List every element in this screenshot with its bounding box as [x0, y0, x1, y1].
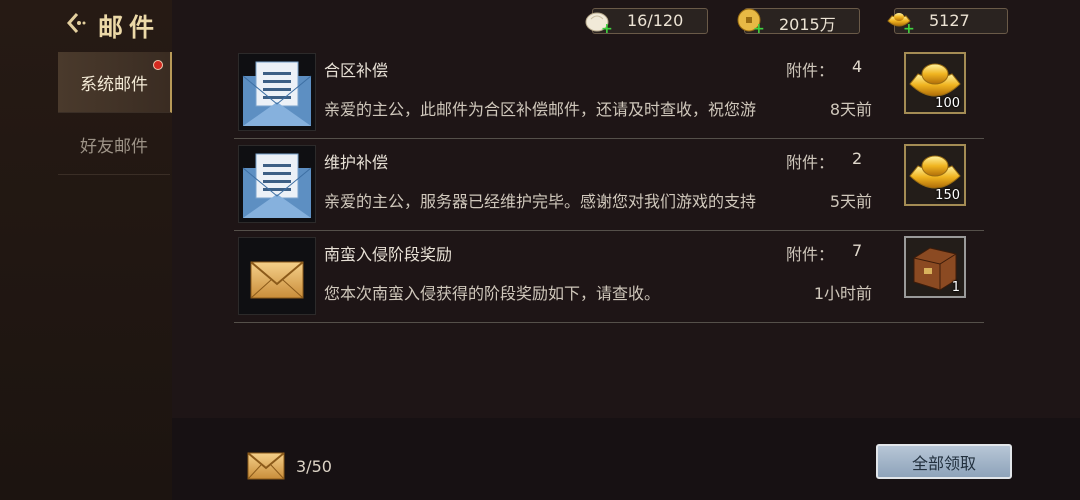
- attachment-count: 2: [852, 149, 863, 168]
- add-icon[interactable]: +: [753, 21, 765, 37]
- tab-label: 系统邮件: [80, 74, 148, 95]
- reward-quantity: 100: [935, 96, 960, 111]
- reward-item[interactable]: 1: [904, 236, 966, 298]
- ingot-counter[interactable]: + 5127: [887, 8, 1008, 37]
- mail-count: 3/50: [296, 457, 332, 476]
- mail-preview: 亲爱的主公，此邮件为合区补偿邮件，还请及时查收，祝您游: [324, 100, 757, 119]
- attachment-label: 附件：: [786, 245, 835, 264]
- attachment-label: 附件：: [786, 61, 835, 80]
- claim-all-button[interactable]: 全部领取: [876, 444, 1012, 479]
- page-title: 邮件: [98, 13, 161, 42]
- coin-counter[interactable]: + 2015万: [737, 8, 860, 37]
- add-icon[interactable]: +: [903, 21, 915, 37]
- open-letter-icon: [238, 53, 316, 131]
- tab-label: 好友邮件: [80, 136, 148, 157]
- attachment-label: 附件：: [786, 153, 835, 172]
- attachment-count: 4: [852, 57, 863, 76]
- attachment-count: 7: [852, 241, 863, 260]
- bottom-bar: 3/50 全部领取: [172, 418, 1080, 500]
- mail-preview: 亲爱的主公，服务器已经维护完毕。感谢您对我们游戏的支持: [324, 192, 757, 211]
- mail-time: 1小时前: [813, 284, 872, 303]
- notification-dot: [153, 60, 163, 70]
- open-letter-icon: [238, 145, 316, 223]
- tab-friend-mail[interactable]: 好友邮件: [58, 114, 170, 175]
- tab-system-mail[interactable]: 系统邮件: [58, 52, 172, 113]
- mail-subject: 维护补偿: [324, 153, 389, 172]
- mail-preview: 您本次南蛮入侵获得的阶段奖励如下，请查收。: [324, 284, 661, 303]
- mail-subject: 合区补偿: [324, 61, 389, 80]
- back-arrow-icon: [64, 10, 88, 43]
- stamina-counter[interactable]: + 16/120: [585, 8, 708, 37]
- ingot-value: 5127: [929, 11, 970, 30]
- add-icon[interactable]: +: [601, 21, 613, 37]
- sealed-envelope-icon: [238, 237, 316, 315]
- reward-item[interactable]: 100: [904, 52, 966, 114]
- stamina-value: 16/120: [627, 11, 684, 30]
- mail-time: 8天前: [829, 100, 872, 119]
- reward-quantity: 1: [951, 280, 960, 295]
- mail-item[interactable]: 维护补偿 亲爱的主公，服务器已经维护完毕。感谢您对我们游戏的支持 附件： 2 5…: [234, 140, 984, 231]
- mail-time: 5天前: [829, 192, 872, 211]
- reward-item[interactable]: 150: [904, 144, 966, 206]
- sidebar: 邮件 系统邮件 好友邮件: [0, 0, 172, 500]
- mail-item[interactable]: 合区补偿 亲爱的主公，此邮件为合区补偿邮件，还请及时查收，祝您游 附件： 4 8…: [234, 48, 984, 139]
- coin-value: 2015万: [779, 15, 836, 34]
- reward-quantity: 150: [935, 188, 960, 203]
- mail-item[interactable]: 南蛮入侵阶段奖励 您本次南蛮入侵获得的阶段奖励如下，请查收。 附件： 7 1小时…: [234, 232, 984, 323]
- back-button[interactable]: 邮件: [64, 8, 160, 44]
- envelope-icon: [247, 452, 285, 480]
- mail-subject: 南蛮入侵阶段奖励: [324, 245, 453, 264]
